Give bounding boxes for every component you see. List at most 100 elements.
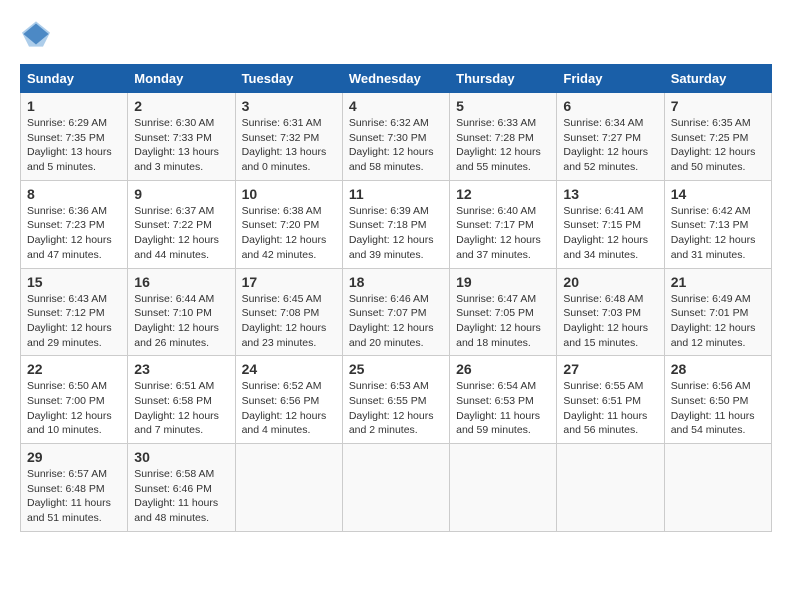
day-info: Sunrise: 6:58 AM Sunset: 6:46 PM Dayligh…: [134, 467, 228, 526]
day-info: Sunrise: 6:42 AM Sunset: 7:13 PM Dayligh…: [671, 204, 765, 263]
day-number: 17: [242, 274, 336, 290]
day-number: 6: [563, 98, 657, 114]
calendar-cell: 16 Sunrise: 6:44 AM Sunset: 7:10 PM Dayli…: [128, 268, 235, 356]
calendar-cell: 22 Sunrise: 6:50 AM Sunset: 7:00 PM Dayli…: [21, 356, 128, 444]
day-info: Sunrise: 6:51 AM Sunset: 6:58 PM Dayligh…: [134, 379, 228, 438]
calendar-cell: 18 Sunrise: 6:46 AM Sunset: 7:07 PM Dayli…: [342, 268, 449, 356]
calendar-cell: 10 Sunrise: 6:38 AM Sunset: 7:20 PM Dayli…: [235, 180, 342, 268]
day-number: 2: [134, 98, 228, 114]
day-number: 27: [563, 361, 657, 377]
calendar-cell: [342, 444, 449, 532]
day-number: 4: [349, 98, 443, 114]
calendar-cell: [235, 444, 342, 532]
calendar-cell: 11 Sunrise: 6:39 AM Sunset: 7:18 PM Dayli…: [342, 180, 449, 268]
day-number: 7: [671, 98, 765, 114]
day-number: 14: [671, 186, 765, 202]
day-info: Sunrise: 6:36 AM Sunset: 7:23 PM Dayligh…: [27, 204, 121, 263]
page-header: [20, 20, 772, 48]
calendar-cell: [450, 444, 557, 532]
day-number: 1: [27, 98, 121, 114]
day-number: 26: [456, 361, 550, 377]
day-info: Sunrise: 6:40 AM Sunset: 7:17 PM Dayligh…: [456, 204, 550, 263]
calendar-cell: 15 Sunrise: 6:43 AM Sunset: 7:12 PM Dayli…: [21, 268, 128, 356]
day-number: 18: [349, 274, 443, 290]
day-number: 30: [134, 449, 228, 465]
day-info: Sunrise: 6:31 AM Sunset: 7:32 PM Dayligh…: [242, 116, 336, 175]
col-header-saturday: Saturday: [664, 65, 771, 93]
day-info: Sunrise: 6:32 AM Sunset: 7:30 PM Dayligh…: [349, 116, 443, 175]
day-number: 9: [134, 186, 228, 202]
day-info: Sunrise: 6:33 AM Sunset: 7:28 PM Dayligh…: [456, 116, 550, 175]
calendar-cell: [664, 444, 771, 532]
calendar-cell: 21 Sunrise: 6:49 AM Sunset: 7:01 PM Dayli…: [664, 268, 771, 356]
calendar-cell: 25Sunrise: 6:53 AM Sunset: 6:55 PM Dayli…: [342, 356, 449, 444]
day-info: Sunrise: 6:41 AM Sunset: 7:15 PM Dayligh…: [563, 204, 657, 263]
calendar-cell: 1 Sunrise: 6:29 AM Sunset: 7:35 PM Daylig…: [21, 93, 128, 181]
day-number: 11: [349, 186, 443, 202]
calendar-cell: 2 Sunrise: 6:30 AM Sunset: 7:33 PM Daylig…: [128, 93, 235, 181]
day-number: 20: [563, 274, 657, 290]
calendar-table: SundayMondayTuesdayWednesdayThursdayFrid…: [20, 64, 772, 532]
day-info: Sunrise: 6:50 AM Sunset: 7:00 PM Dayligh…: [27, 379, 121, 438]
calendar-cell: 23 Sunrise: 6:51 AM Sunset: 6:58 PM Dayli…: [128, 356, 235, 444]
day-info: Sunrise: 6:45 AM Sunset: 7:08 PM Dayligh…: [242, 292, 336, 351]
day-number: 13: [563, 186, 657, 202]
calendar-cell: 9 Sunrise: 6:37 AM Sunset: 7:22 PM Daylig…: [128, 180, 235, 268]
col-header-sunday: Sunday: [21, 65, 128, 93]
calendar-cell: 13 Sunrise: 6:41 AM Sunset: 7:15 PM Dayli…: [557, 180, 664, 268]
calendar-cell: 26Sunrise: 6:54 AM Sunset: 6:53 PM Dayli…: [450, 356, 557, 444]
day-number: 24: [242, 361, 336, 377]
day-number: 3: [242, 98, 336, 114]
calendar-cell: 3 Sunrise: 6:31 AM Sunset: 7:32 PM Daylig…: [235, 93, 342, 181]
calendar-cell: 6 Sunrise: 6:34 AM Sunset: 7:27 PM Daylig…: [557, 93, 664, 181]
day-info: Sunrise: 6:46 AM Sunset: 7:07 PM Dayligh…: [349, 292, 443, 351]
calendar-cell: 7 Sunrise: 6:35 AM Sunset: 7:25 PM Daylig…: [664, 93, 771, 181]
calendar-cell: 5 Sunrise: 6:33 AM Sunset: 7:28 PM Daylig…: [450, 93, 557, 181]
calendar-cell: 20 Sunrise: 6:48 AM Sunset: 7:03 PM Dayli…: [557, 268, 664, 356]
day-number: 15: [27, 274, 121, 290]
day-info: Sunrise: 6:30 AM Sunset: 7:33 PM Dayligh…: [134, 116, 228, 175]
day-info: Sunrise: 6:55 AM Sunset: 6:51 PM Dayligh…: [563, 379, 657, 438]
col-header-thursday: Thursday: [450, 65, 557, 93]
day-info: Sunrise: 6:37 AM Sunset: 7:22 PM Dayligh…: [134, 204, 228, 263]
calendar-cell: 28 Sunrise: 6:56 AM Sunset: 6:50 PM Dayli…: [664, 356, 771, 444]
calendar-cell: 12 Sunrise: 6:40 AM Sunset: 7:17 PM Dayli…: [450, 180, 557, 268]
calendar-cell: 4 Sunrise: 6:32 AM Sunset: 7:30 PM Daylig…: [342, 93, 449, 181]
day-info: Sunrise: 6:39 AM Sunset: 7:18 PM Dayligh…: [349, 204, 443, 263]
day-number: 23: [134, 361, 228, 377]
day-number: 12: [456, 186, 550, 202]
day-info: Sunrise: 6:52 AM Sunset: 6:56 PM Dayligh…: [242, 379, 336, 438]
day-info: Sunrise: 6:43 AM Sunset: 7:12 PM Dayligh…: [27, 292, 121, 351]
calendar-cell: 14 Sunrise: 6:42 AM Sunset: 7:13 PM Dayli…: [664, 180, 771, 268]
day-number: 19: [456, 274, 550, 290]
day-info: Sunrise: 6:57 AM Sunset: 6:48 PM Dayligh…: [27, 467, 121, 526]
day-number: 10: [242, 186, 336, 202]
col-header-tuesday: Tuesday: [235, 65, 342, 93]
day-info: Sunrise: 6:35 AM Sunset: 7:25 PM Dayligh…: [671, 116, 765, 175]
day-number: 5: [456, 98, 550, 114]
day-info: Sunrise: 6:34 AM Sunset: 7:27 PM Dayligh…: [563, 116, 657, 175]
day-info: Sunrise: 6:47 AM Sunset: 7:05 PM Dayligh…: [456, 292, 550, 351]
day-info: Sunrise: 6:38 AM Sunset: 7:20 PM Dayligh…: [242, 204, 336, 263]
day-number: 28: [671, 361, 765, 377]
calendar-cell: 30 Sunrise: 6:58 AM Sunset: 6:46 PM Dayli…: [128, 444, 235, 532]
calendar-cell: [557, 444, 664, 532]
day-number: 22: [27, 361, 121, 377]
day-number: 21: [671, 274, 765, 290]
calendar-cell: 29 Sunrise: 6:57 AM Sunset: 6:48 PM Dayli…: [21, 444, 128, 532]
day-number: 8: [27, 186, 121, 202]
day-info: Sunrise: 6:44 AM Sunset: 7:10 PM Dayligh…: [134, 292, 228, 351]
calendar-cell: 27 Sunrise: 6:55 AM Sunset: 6:51 PM Dayli…: [557, 356, 664, 444]
day-info: Sunrise: 6:53 AM Sunset: 6:55 PM Dayligh…: [349, 379, 443, 438]
day-info: Sunrise: 6:29 AM Sunset: 7:35 PM Dayligh…: [27, 116, 121, 175]
logo: [20, 20, 50, 48]
day-info: Sunrise: 6:49 AM Sunset: 7:01 PM Dayligh…: [671, 292, 765, 351]
day-info: Sunrise: 6:56 AM Sunset: 6:50 PM Dayligh…: [671, 379, 765, 438]
day-number: 29: [27, 449, 121, 465]
col-header-monday: Monday: [128, 65, 235, 93]
calendar-cell: 19 Sunrise: 6:47 AM Sunset: 7:05 PM Dayli…: [450, 268, 557, 356]
day-number: 16: [134, 274, 228, 290]
day-info: Sunrise: 6:48 AM Sunset: 7:03 PM Dayligh…: [563, 292, 657, 351]
logo-icon: [22, 20, 50, 48]
col-header-wednesday: Wednesday: [342, 65, 449, 93]
